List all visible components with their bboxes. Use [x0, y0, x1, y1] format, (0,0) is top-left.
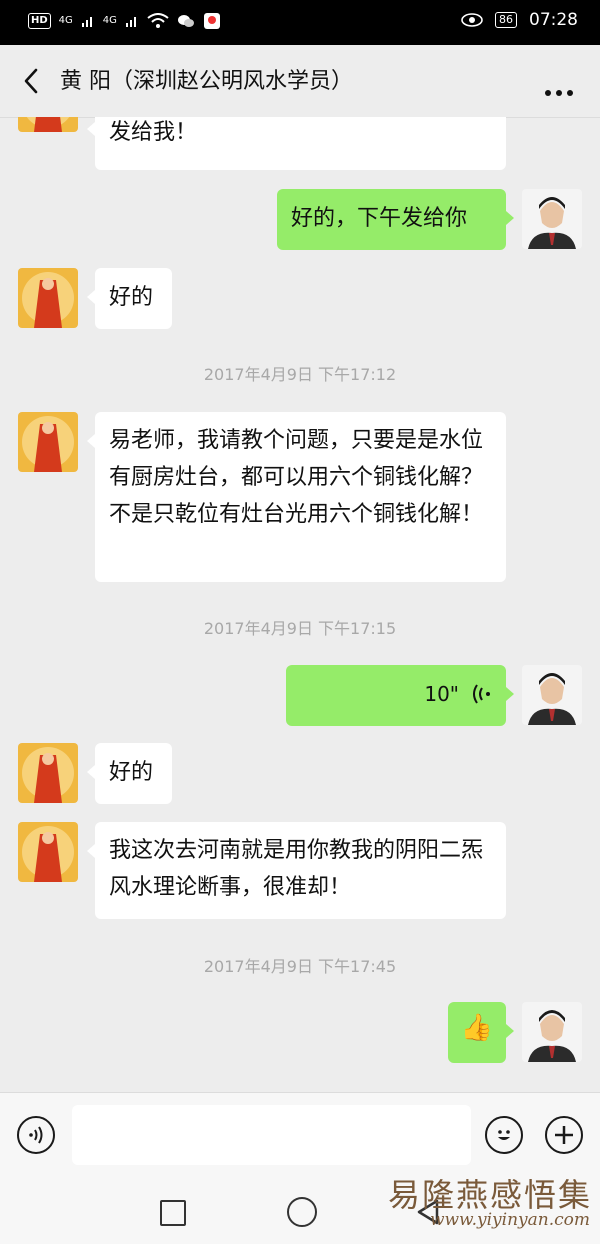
message-bubble[interactable]: 我这次去河南就是用你教我的阴阳二炁风水理论断事，很准却！ [87, 822, 506, 919]
signal-1-label: 4G [58, 15, 73, 26]
back-arrow-icon[interactable] [20, 67, 46, 95]
voice-duration: 10" [424, 682, 459, 706]
eye-icon [461, 13, 483, 27]
input-bar [0, 1092, 600, 1179]
wifi-icon [147, 13, 169, 28]
battery-indicator: 86 [495, 12, 517, 28]
timestamp: 2017年4月9日 下午17:15 [203, 619, 397, 638]
message-bubble[interactable]: 发给我！ [87, 117, 506, 170]
message-bubble[interactable]: 好的 [87, 268, 172, 329]
message-bubble[interactable]: 好的 [87, 743, 172, 804]
message-input[interactable] [72, 1105, 471, 1165]
wechat-icon [177, 15, 194, 27]
voice-wave-icon [473, 684, 490, 704]
watermark-url: www.yiyinyan.com [429, 1210, 590, 1230]
hd-badge: HD [28, 13, 51, 29]
message-text: 好的 [109, 760, 154, 785]
chat-header: 黄 阳（深圳赵公明风水学员） [0, 45, 600, 118]
message-text: 好的，下午发给你 [291, 206, 468, 231]
message-list[interactable]: 发给我！ 好的，下午发给你 好的 2017年4月9日 下午17:12 易老师，我… [0, 117, 600, 1092]
plus-icon [555, 1126, 573, 1144]
voice-input-button[interactable] [17, 1116, 55, 1154]
message-text: 好的 [109, 285, 154, 310]
recent-apps-icon[interactable] [160, 1200, 186, 1226]
contact-avatar[interactable] [18, 412, 78, 472]
message-text: 易老师，我请教个问题，只要是是水位有厨房灶台，都可以用六个铜钱化解？不是只乾位有… [109, 428, 484, 527]
my-avatar[interactable] [522, 665, 582, 725]
signal-2-label: 4G [102, 15, 117, 26]
more-options-icon[interactable] [544, 78, 574, 103]
signal-icon [81, 17, 92, 27]
my-avatar[interactable] [522, 1002, 582, 1062]
message-text: 我这次去河南就是用你教我的阴阳二炁风水理论断事，很准却！ [109, 838, 484, 900]
status-bar: HD 4G 4G 86 07:28 [0, 0, 600, 45]
clock: 07:28 [529, 10, 578, 30]
voice-icon [29, 1126, 43, 1144]
thumbs-up-icon: 👍 [460, 1013, 494, 1043]
contact-avatar[interactable] [18, 117, 78, 132]
more-functions-button[interactable] [545, 1116, 583, 1154]
contact-avatar[interactable] [18, 268, 78, 328]
signal-icon [125, 17, 136, 27]
contact-avatar[interactable] [18, 822, 78, 882]
my-avatar[interactable] [522, 189, 582, 249]
chat-title: 黄 阳（深圳赵公明风水学员） [60, 69, 353, 94]
message-text: 发给我！ [109, 120, 198, 145]
message-bubble[interactable]: 易老师，我请教个问题，只要是是水位有厨房灶台，都可以用六个铜钱化解？不是只乾位有… [87, 412, 506, 582]
smiley-icon [498, 1130, 510, 1140]
timestamp: 2017年4月9日 下午17:45 [203, 957, 397, 976]
voice-message-bubble[interactable]: 10" [286, 665, 514, 726]
emoji-button[interactable] [485, 1116, 523, 1154]
timestamp: 2017年4月9日 下午17:12 [203, 365, 397, 384]
map-icon [203, 13, 220, 29]
message-bubble[interactable]: 好的，下午发给你 [277, 189, 514, 250]
sticker-bubble[interactable]: 👍 [448, 1002, 514, 1063]
contact-avatar[interactable] [18, 743, 78, 803]
home-icon[interactable] [287, 1197, 317, 1227]
